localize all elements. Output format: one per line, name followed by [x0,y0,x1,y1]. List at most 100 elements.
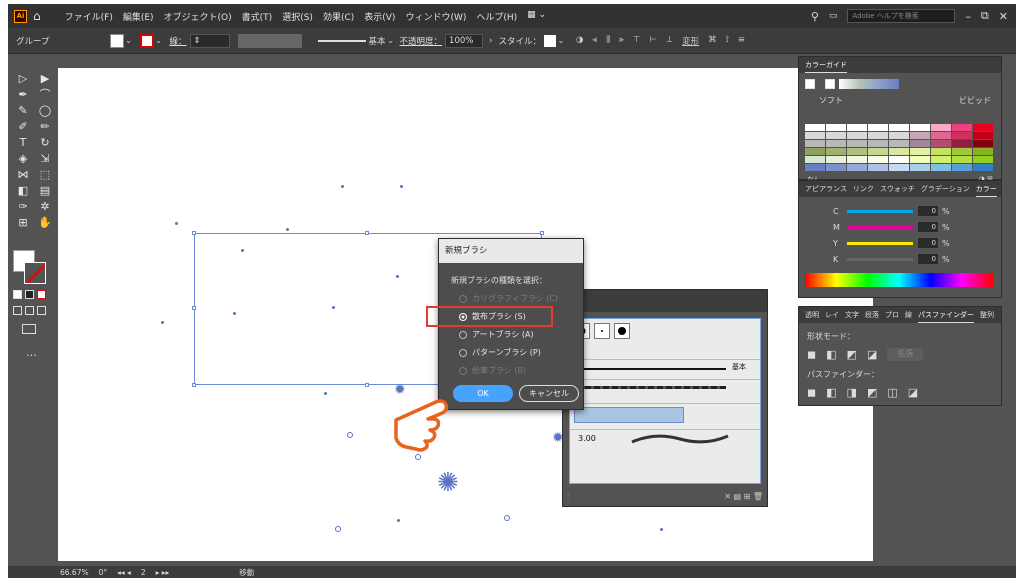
tab-pathfinder[interactable]: パスファインダー [918,307,974,323]
color-variation-swatch[interactable] [805,148,825,155]
color-variation-swatch[interactable] [889,156,909,163]
chevron-down-icon[interactable]: ⌄ [556,36,566,46]
tab-paragraph[interactable]: 段落 [865,307,879,323]
hand-tool-icon[interactable]: ✋ [35,216,55,230]
tab-swatches[interactable]: スウォッチ [880,181,915,197]
cancel-button[interactable]: キャンセル [519,385,579,402]
rotate-tool-icon[interactable]: ↻ [35,136,55,150]
color-variation-swatch[interactable] [910,164,930,171]
recolor-icon[interactable]: ◑ [576,35,583,47]
brush-row[interactable]: 基本 [570,359,760,377]
color-variation-swatch[interactable] [910,132,930,139]
brush-swatch[interactable] [594,323,610,339]
stroke-swatch[interactable] [139,33,154,48]
direct-selection-tool-icon[interactable]: ▶ [35,72,55,86]
color-variation-swatch[interactable] [889,132,909,139]
minus-back-icon[interactable]: ◪ [908,386,918,399]
option-art-brush[interactable]: アートブラシ (A) [459,329,583,340]
color-variation-swatch[interactable] [868,124,888,131]
minimize-button[interactable]: – [965,10,971,23]
artboard-next-icon[interactable]: ▸ ▸▸ [156,568,170,577]
color-variation-swatch[interactable] [973,124,993,131]
tab-color[interactable]: カラー [975,181,997,197]
close-button[interactable]: ✕ [999,10,1008,23]
brush-library-menu-icon[interactable]: ⫶ [567,492,569,502]
draw-normal-icon[interactable] [13,306,22,315]
channel-value-input[interactable]: 0 [917,205,939,217]
color-variation-swatch[interactable] [826,156,846,163]
color-variation-swatch[interactable] [868,164,888,171]
opacity-input[interactable]: 100% [445,33,484,48]
yellow-slider[interactable]: Y 0 % [833,237,1001,249]
resize-handle[interactable] [192,383,196,387]
channel-value-input[interactable]: 0 [917,221,939,233]
screen-mode-icon[interactable] [22,324,36,334]
rotation-view[interactable]: 0° [99,568,108,577]
free-transform-tool-icon[interactable]: ⬚ [35,168,55,182]
menu-edit[interactable]: 編集(E) [123,10,154,23]
color-variation-swatch[interactable] [973,156,993,163]
resize-handle[interactable] [365,383,369,387]
paintbrush-tool-icon[interactable]: ✎ [13,104,33,118]
color-variation-swatch[interactable] [805,132,825,139]
menu-window[interactable]: ウィンドウ(W) [405,10,466,23]
align-center-icon[interactable]: ⫼ [606,35,610,47]
draw-inside-icon[interactable] [37,306,46,315]
brush-row[interactable] [570,403,760,427]
color-variation-swatch[interactable] [889,140,909,147]
artboard-tool-icon[interactable]: ⊞ [13,216,33,230]
color-variation-swatch[interactable] [805,156,825,163]
color-variation-swatch[interactable] [952,148,972,155]
color-variation-swatch[interactable] [973,132,993,139]
slider-track[interactable] [847,241,913,245]
color-variation-swatch[interactable] [889,164,909,171]
menu-file[interactable]: ファイル(F) [65,10,113,23]
channel-value-input[interactable]: 0 [917,237,939,249]
harmony-rule-preview[interactable] [839,79,899,89]
help-search-input[interactable]: Adobe ヘルプを検索 [847,9,956,23]
menu-object[interactable]: オブジェクト(O) [164,10,232,23]
color-variation-swatch[interactable] [868,156,888,163]
eyedropper-tool-icon[interactable]: ✑ [13,200,33,214]
curvature-tool-icon[interactable]: ⌒ [35,88,55,102]
intersect-icon[interactable]: ◩ [847,348,857,361]
tab-links[interactable]: リンク [853,181,874,197]
color-variation-swatch[interactable] [805,140,825,147]
color-variation-swatch[interactable] [931,156,951,163]
menu-help[interactable]: ヘルプ(H) [476,10,517,23]
chevron-right-icon[interactable]: › [489,36,492,46]
ellipse-tool-icon[interactable]: ◯ [35,104,55,118]
exclude-icon[interactable]: ◪ [867,348,877,361]
align-bottom-icon[interactable]: ⊥ [666,35,673,47]
pen-tool-icon[interactable]: ✒ [13,88,33,102]
search-icon[interactable]: ⚲ [811,10,819,23]
color-variation-swatch[interactable] [847,148,867,155]
color-variation-swatch[interactable] [973,164,993,171]
gradient-tool-icon[interactable]: ▤ [35,184,55,198]
arrange-documents-icon[interactable]: ▭ [829,11,838,21]
radio-icon[interactable] [459,330,467,339]
cyan-slider[interactable]: C 0 % [833,205,1001,217]
color-variation-swatch[interactable] [931,132,951,139]
outline-icon[interactable]: ◫ [887,386,897,399]
tab-appearance[interactable]: アピアランス [805,181,847,197]
harmony-start-swatch[interactable] [825,79,835,89]
fill-swatch[interactable] [109,33,124,48]
merge-icon[interactable]: ◨ [847,386,857,399]
color-variation-swatch[interactable] [931,164,951,171]
graphic-style-swatch[interactable] [543,34,556,47]
color-spectrum-bar[interactable] [805,273,993,287]
magenta-slider[interactable]: M 0 % [833,221,1001,233]
more-tools-icon[interactable]: … [26,346,37,359]
chevron-down-icon[interactable]: ⌄ [124,36,134,46]
brush-row[interactable] [570,379,760,397]
color-variation-swatch[interactable] [847,124,867,131]
none-mode-icon[interactable] [37,290,46,299]
variable-width-profile[interactable] [237,33,302,48]
color-variation-swatch[interactable] [910,148,930,155]
artboard-number[interactable]: 2 [141,568,146,577]
brush-row[interactable]: 3.00 [570,429,760,449]
align-top-icon[interactable]: ⊤ [633,35,640,47]
color-variation-swatch[interactable] [952,164,972,171]
color-variation-swatch[interactable] [868,132,888,139]
